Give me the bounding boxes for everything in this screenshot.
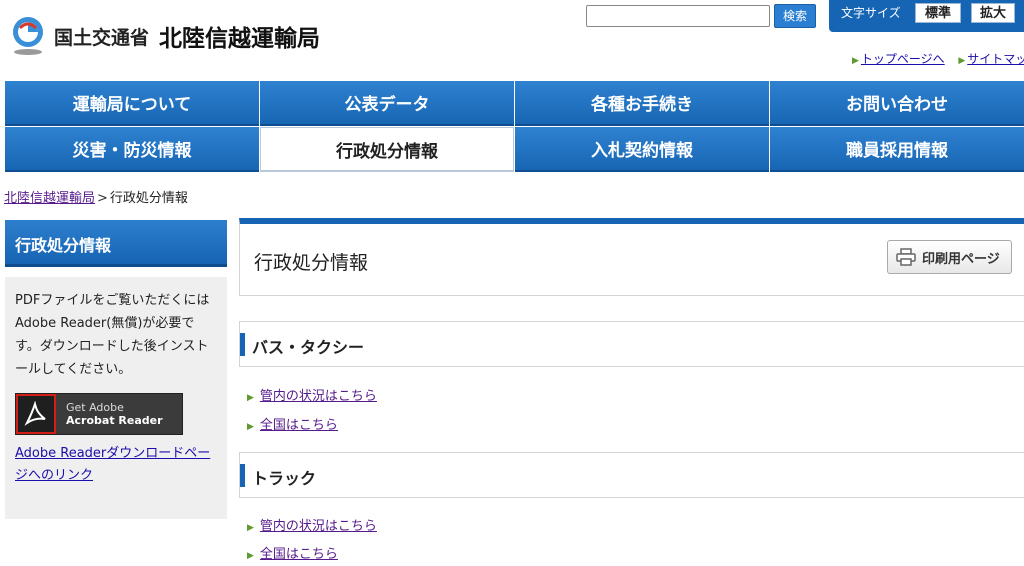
bureau-name: 北陸信越運輸局 <box>159 26 321 52</box>
nav-item-about[interactable]: 運輸局について <box>5 81 259 126</box>
top-page-link[interactable]: トップページへ <box>861 52 945 66</box>
nav-item-procedures[interactable]: 各種お手続き <box>515 81 769 126</box>
nav-item-contact[interactable]: お問い合わせ <box>770 81 1024 126</box>
mlit-logo-icon <box>10 16 46 56</box>
breadcrumb-home-link[interactable]: 北陸信越運輸局 <box>4 191 95 206</box>
nav-item-disaster[interactable]: 災害・防災情報 <box>5 127 259 172</box>
utility-links: ▶トップページへ ▶サイトマップ <box>852 50 1024 67</box>
nav-item-recruitment[interactable]: 職員採用情報 <box>770 127 1024 172</box>
triangle-right-icon: ▶ <box>247 393 254 403</box>
acrobat-badge-text: Get Adobe Acrobat Reader <box>66 401 163 427</box>
acrobat-icon <box>16 394 56 434</box>
nav-item-public-data[interactable]: 公表データ <box>260 81 514 126</box>
triangle-right-icon: ▶ <box>247 422 254 432</box>
font-size-label: 文字サイズ <box>841 6 901 20</box>
print-button-label: 印刷用ページ <box>922 251 1000 267</box>
triangle-right-icon: ▶ <box>247 523 254 533</box>
truck-regional-link[interactable]: 管内の状況はこちら <box>260 519 377 534</box>
ministry-name: 国土交通省 <box>54 26 150 49</box>
section-marker <box>240 333 245 356</box>
badge-line-1: Get Adobe <box>66 401 124 414</box>
font-size-standard-button[interactable]: 標準 <box>915 3 961 23</box>
sitemap-link[interactable]: サイトマップ <box>967 52 1024 66</box>
nav-item-administrative-disposition[interactable]: 行政処分情報 <box>260 127 514 172</box>
section-marker <box>240 464 245 487</box>
page-title: 行政処分情報 <box>254 252 369 274</box>
font-size-large-button[interactable]: 拡大 <box>971 3 1015 23</box>
breadcrumb-current: 行政処分情報 <box>109 191 188 206</box>
get-acrobat-reader-button[interactable]: Get Adobe Acrobat Reader <box>15 393 183 435</box>
adobe-reader-download-link[interactable]: Adobe Readerダウンロードページへのリンク <box>15 443 217 487</box>
bus-taxi-regional-link[interactable]: 管内の状況はこちら <box>260 389 377 404</box>
truck-national-link[interactable]: 全国はこちら <box>260 547 338 562</box>
list-item: ▶ 全国はこちら <box>247 414 338 433</box>
global-nav: 運輸局について 公表データ 各種お手続き お問い合わせ 災害・防災情報 行政処分… <box>5 81 1024 172</box>
page-header: 行政処分情報 印刷用ページ <box>239 218 1024 296</box>
triangle-right-icon: ▶ <box>247 551 254 561</box>
list-item: ▶ 全国はこちら <box>247 543 338 562</box>
ministry-logo[interactable]: 国土交通省 北陸信越運輸局 <box>10 16 320 56</box>
font-size-panel: 文字サイズ 標準 拡大 <box>829 0 1024 32</box>
sidebar-title[interactable]: 行政処分情報 <box>5 220 227 267</box>
badge-line-2: Acrobat Reader <box>66 414 163 427</box>
printer-icon <box>896 248 916 266</box>
search-button[interactable]: 検索 <box>774 4 816 28</box>
global-nav-row: 災害・防災情報 行政処分情報 入札契約情報 職員採用情報 <box>5 127 1024 172</box>
list-item: ▶ 管内の状況はこちら <box>247 515 377 534</box>
section-heading-label: バス・タクシー <box>252 338 365 357</box>
section-heading-label: トラック <box>252 469 317 488</box>
global-nav-row: 運輸局について 公表データ 各種お手続き お問い合わせ <box>5 81 1024 126</box>
breadcrumb: 北陸信越運輸局 > 行政処分情報 <box>4 187 188 206</box>
pdf-reader-note: PDFファイルをご覧いただくにはAdobe Reader(無償)が必要です。ダウ… <box>15 293 210 377</box>
list-item: ▶ 管内の状況はこちら <box>247 385 377 404</box>
breadcrumb-separator: > <box>97 191 108 206</box>
print-page-button[interactable]: 印刷用ページ <box>887 240 1012 274</box>
section-heading-bus-taxi: バス・タクシー <box>239 321 1024 367</box>
bus-taxi-national-link[interactable]: 全国はこちら <box>260 418 338 433</box>
main-content: 行政処分情報 印刷用ページ バス・タクシー ▶ 管内の状況はこちら ▶ 全国はこちら… <box>239 218 1024 562</box>
nav-item-bidding[interactable]: 入札契約情報 <box>515 127 769 172</box>
section-heading-truck: トラック <box>239 452 1024 498</box>
triangle-right-icon: ▶ <box>852 56 859 66</box>
triangle-right-icon: ▶ <box>958 56 966 66</box>
sidebar-info-box: PDFファイルをご覧いただくにはAdobe Reader(無償)が必要です。ダウ… <box>5 277 227 519</box>
search-input[interactable] <box>586 5 770 27</box>
